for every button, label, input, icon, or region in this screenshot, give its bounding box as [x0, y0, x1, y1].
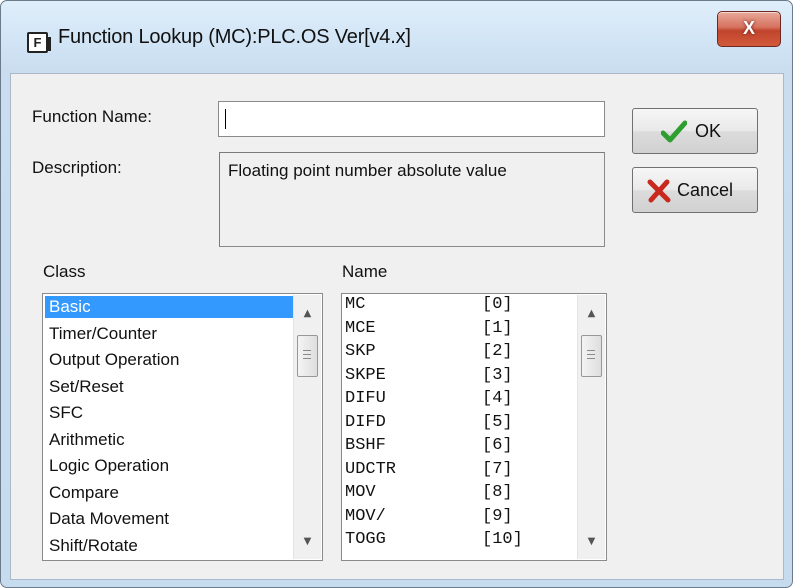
- scroll-down-arrow-icon[interactable]: ▼: [294, 531, 321, 553]
- function-name-item: DIFD: [345, 412, 386, 432]
- dialog-window: F Function Lookup (MC):PLC.OS Ver[v4.x] …: [0, 0, 793, 588]
- function-name-item: SKP: [345, 342, 376, 361]
- function-name-input[interactable]: [218, 101, 605, 137]
- function-index-item: [10]: [482, 530, 523, 549]
- class-list-item[interactable]: Data Movement: [45, 508, 291, 530]
- function-name-item: DIFU: [345, 389, 386, 408]
- function-name-item: SKPE: [345, 365, 386, 385]
- class-list-item[interactable]: Arithmetic: [45, 429, 291, 451]
- cancel-x-icon: [647, 179, 671, 203]
- function-name-item: MOV/: [345, 506, 386, 526]
- class-list-item[interactable]: Output Operation: [45, 349, 291, 371]
- text-caret: [225, 109, 226, 129]
- function-index-item: [3]: [482, 365, 513, 385]
- class-list-item[interactable]: SFC: [45, 402, 291, 424]
- function-index-item: [0]: [482, 295, 513, 314]
- scroll-up-arrow-icon[interactable]: ▲: [578, 303, 605, 325]
- close-button[interactable]: X: [717, 11, 781, 47]
- cancel-button[interactable]: Cancel: [632, 167, 758, 213]
- function-index-item: [6]: [482, 436, 513, 455]
- scrollbar-thumb[interactable]: [581, 335, 602, 377]
- function-name-label: Function Name:: [32, 107, 152, 126]
- grip-line: [587, 354, 595, 355]
- function-index-item: [4]: [482, 389, 513, 408]
- description-text: Floating point number absolute value: [228, 161, 507, 180]
- function-index-item: [8]: [482, 483, 513, 502]
- function-index-item: [1]: [482, 318, 513, 338]
- scroll-up-arrow-icon[interactable]: ▲: [294, 303, 321, 325]
- class-label: Class: [43, 262, 86, 281]
- class-list-item[interactable]: Set/Reset: [45, 376, 291, 398]
- window-title: Function Lookup (MC):PLC.OS Ver[v4.x]: [58, 26, 411, 48]
- ok-button[interactable]: OK: [632, 108, 758, 154]
- name-scrollbar[interactable]: ▲ ▼: [577, 295, 605, 559]
- class-listbox[interactable]: Basic Timer/Counter Output Operation Set/Re…: [42, 293, 323, 561]
- scroll-down-arrow-icon[interactable]: ▼: [578, 531, 605, 553]
- grip-line: [303, 358, 311, 359]
- ok-button-label: OK: [695, 121, 722, 141]
- grip-line: [587, 358, 595, 359]
- class-list-item[interactable]: Shift/Rotate: [45, 535, 291, 557]
- app-icon: F: [27, 32, 51, 53]
- scrollbar-thumb[interactable]: [297, 335, 318, 377]
- name-label: Name: [342, 262, 388, 281]
- function-name-item: MCE: [345, 318, 376, 338]
- title-bar[interactable]: F Function Lookup (MC):PLC.OS Ver[v4.x] …: [1, 1, 792, 73]
- name-listbox[interactable]: MC [0] MCE [1] SKP [2] SKPE [3] DIFU [4] DIFD [5] BS…: [341, 293, 607, 561]
- description-box: Floating point number absolute value: [219, 152, 605, 247]
- function-index-item: [7]: [482, 459, 513, 479]
- function-index-item: [5]: [482, 412, 513, 432]
- grip-line: [303, 354, 311, 355]
- function-name-item: UDCTR: [345, 459, 397, 479]
- function-name-item: MOV: [345, 483, 376, 502]
- description-label: Description:: [32, 158, 122, 177]
- function-name-item: TOGG: [345, 530, 386, 549]
- class-scrollbar[interactable]: ▲ ▼: [293, 295, 321, 559]
- function-name-item: MC: [345, 295, 366, 314]
- class-list-item[interactable]: Logic Operation: [45, 455, 291, 477]
- cancel-button-label: Cancel: [677, 180, 734, 200]
- class-list-item[interactable]: Compare: [45, 482, 291, 504]
- grip-line: [303, 350, 311, 351]
- class-list-item[interactable]: Basic: [45, 296, 293, 318]
- function-index-item: [9]: [482, 506, 513, 526]
- checkmark-icon: [661, 120, 687, 143]
- grip-line: [587, 350, 595, 351]
- function-name-item: BSHF: [345, 436, 386, 455]
- dialog-body: Function Name: Description: Floating poi…: [10, 73, 784, 580]
- class-list-item[interactable]: Timer/Counter: [45, 323, 291, 345]
- function-index-item: [2]: [482, 342, 513, 361]
